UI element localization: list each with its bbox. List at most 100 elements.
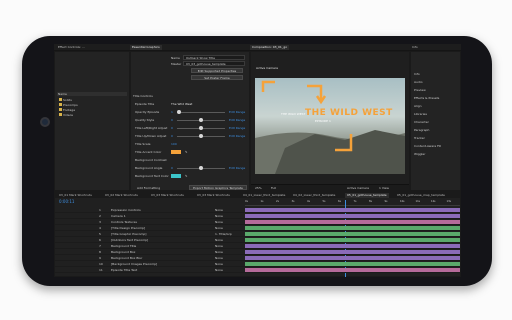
layer-duration-bar[interactable] <box>245 208 460 212</box>
panel-align[interactable]: Align <box>414 104 422 108</box>
panel-character[interactable]: Character <box>414 120 429 124</box>
layer-parent[interactable]: None <box>215 256 223 260</box>
layer-duration-bar[interactable] <box>245 250 460 254</box>
slider-knob[interactable] <box>177 110 181 114</box>
title-scale-value[interactable]: 100 <box>171 142 177 146</box>
layer-parent[interactable]: None <box>215 226 223 230</box>
camera-select[interactable]: Active Camera <box>347 186 369 190</box>
edit-range-link[interactable]: Edit Range <box>229 118 245 122</box>
layer-parent[interactable]: None <box>215 214 223 218</box>
panel-effects[interactable]: Effects & Presets <box>414 96 439 100</box>
eyedropper-icon[interactable]: ✎ <box>185 174 188 178</box>
project-item-solids[interactable]: Solids <box>63 98 72 102</box>
timeline-tab[interactable]: 05_01_gothouse_map_template <box>395 193 447 198</box>
panel-wiggler[interactable]: Wiggler <box>414 152 425 156</box>
panel-paragraph[interactable]: Paragraph <box>414 128 429 132</box>
layer-name[interactable]: Background Box <box>111 250 135 254</box>
layer-parent[interactable]: None <box>215 250 223 254</box>
project-item-videos[interactable]: Videos <box>63 113 73 117</box>
layer-parent[interactable]: None <box>215 238 223 242</box>
name-field[interactable]: Outback Show Title <box>183 55 245 60</box>
layer-parent[interactable]: None <box>215 208 223 212</box>
bg-text-color-swatch[interactable] <box>171 174 181 178</box>
slider-knob[interactable] <box>199 126 203 130</box>
layer-row[interactable]: 8 Background Box None <box>55 250 461 255</box>
panel-info[interactable]: Info <box>414 72 420 76</box>
edit-range-link[interactable]: Edit Range <box>229 126 245 130</box>
edit-range-link[interactable]: Edit Range <box>229 166 245 170</box>
panel-tracker[interactable]: Tracker <box>414 136 425 140</box>
layer-name[interactable]: [Background Images Precomp] <box>111 262 157 266</box>
layer-row[interactable]: 9 Background Box Blur None <box>55 256 461 261</box>
slider-knob[interactable] <box>199 118 203 122</box>
layer-name[interactable]: Controls Textures <box>111 220 137 224</box>
layer-row[interactable]: 3 Controls Textures None <box>55 220 461 225</box>
panel-content-aware[interactable]: Content-Aware Fill <box>414 144 441 148</box>
layer-parent[interactable]: None <box>215 262 223 266</box>
tab-composition[interactable]: Composition: 03_01_go <box>250 45 290 50</box>
timecode[interactable]: 0:00:11 <box>59 200 74 204</box>
layer-duration-bar[interactable] <box>245 226 460 230</box>
eyedropper-icon[interactable]: ✎ <box>185 150 188 154</box>
layer-row[interactable]: 1 Expression Controls None <box>55 208 461 213</box>
layer-parent[interactable]: None <box>215 268 223 272</box>
bg-angle-value[interactable]: 0 <box>171 166 173 170</box>
left-right-slider[interactable] <box>177 126 225 130</box>
layer-duration-bar[interactable] <box>245 238 460 242</box>
master-dropdown[interactable]: 03_03_gothouse_template <box>183 61 245 66</box>
layer-duration-bar[interactable] <box>245 244 460 248</box>
opacity-value[interactable]: 1 <box>171 110 173 114</box>
layer-name[interactable]: Expression Controls <box>111 208 141 212</box>
layer-row[interactable]: 7 Background Title None <box>55 244 461 249</box>
layer-parent[interactable]: 1. Title/Grp <box>215 232 232 236</box>
tab-essential-graphics[interactable]: Essential Graphics <box>130 45 162 50</box>
bg-angle-slider[interactable] <box>177 166 225 170</box>
layer-name[interactable]: Background Box Blur <box>111 256 142 260</box>
opacity-slider[interactable] <box>177 110 225 114</box>
layer-parent[interactable]: None <box>215 244 223 248</box>
set-poster-frame-button[interactable]: Set Poster Frame <box>191 75 243 80</box>
quality-slider[interactable] <box>177 118 225 122</box>
layer-parent[interactable]: None <box>215 220 223 224</box>
layer-row[interactable]: 11 Episode Title Text None <box>55 268 461 273</box>
layer-name[interactable]: [Outdoors Text Precomp] <box>111 238 148 242</box>
edit-properties-button[interactable]: Edit Supported Properties <box>191 68 243 73</box>
layer-name[interactable]: Episode Title Text <box>111 268 137 272</box>
tab-project[interactable]: Effect Controls: ... <box>56 45 87 50</box>
timeline-tab-active[interactable]: 05_01_gothouse_template <box>345 193 389 198</box>
panel-audio[interactable]: Audio <box>414 80 423 84</box>
layer-row[interactable]: 4 [Title Design Precomp] None <box>55 226 461 231</box>
layer-duration-bar[interactable] <box>245 214 460 218</box>
zoom-level[interactable]: 25% <box>255 186 262 190</box>
episode-title-value[interactable]: The Wild West <box>171 102 192 106</box>
layer-name[interactable]: Background Title <box>111 244 136 248</box>
panel-preview[interactable]: Preview <box>414 88 426 92</box>
timeline-tab[interactable]: 04_02_lower_third_template <box>291 193 337 198</box>
timeline-tab[interactable]: 03_01 Mark Shortcuts <box>57 193 94 198</box>
project-item-footage[interactable]: Footage <box>63 108 75 112</box>
panel-libraries[interactable]: Libraries <box>414 112 427 116</box>
timeline-tab[interactable]: 04_01_lower_third_template <box>241 193 287 198</box>
layer-row[interactable]: 6 [Outdoors Text Precomp] None <box>55 238 461 243</box>
layer-duration-bar[interactable] <box>245 256 460 260</box>
timeline-tab[interactable]: 03_02 Mark Shortcuts <box>103 193 140 198</box>
project-item-precomps[interactable]: Precomps <box>63 103 78 107</box>
layer-row[interactable]: 10 [Background Images Precomp] None <box>55 262 461 267</box>
add-formatting-link[interactable]: Add Formatting <box>137 186 160 190</box>
timeline-tab[interactable]: 03_03 Mark Shortcuts <box>195 193 232 198</box>
layer-name[interactable]: [Title Graphic Precomp] <box>111 232 146 236</box>
layer-row[interactable]: 5 [Title Graphic Precomp] 1. Title/Grp <box>55 232 461 237</box>
time-ruler[interactable]: 0s 1s 2s 3s 4s 5s 6s 7s 8s 9s 10s 11s 12s 13s <box>245 200 460 206</box>
export-template-button[interactable]: Export Motion Graphics Template <box>189 185 247 190</box>
layer-duration-bar[interactable] <box>245 220 460 224</box>
edit-range-link[interactable]: Edit Range <box>229 110 245 114</box>
accent-color-swatch[interactable] <box>171 150 181 154</box>
quality-value[interactable]: 0 <box>171 118 173 122</box>
timeline-tab[interactable]: 03_03 Mark Shortcuts <box>149 193 186 198</box>
up-down-slider[interactable] <box>177 134 225 138</box>
slider-knob[interactable] <box>199 134 203 138</box>
layer-name[interactable]: Camera 1 <box>111 214 126 218</box>
tab-info[interactable]: Info <box>410 45 420 50</box>
layer-row[interactable]: 2 Camera 1 None <box>55 214 461 219</box>
layer-duration-bar[interactable] <box>245 268 460 272</box>
